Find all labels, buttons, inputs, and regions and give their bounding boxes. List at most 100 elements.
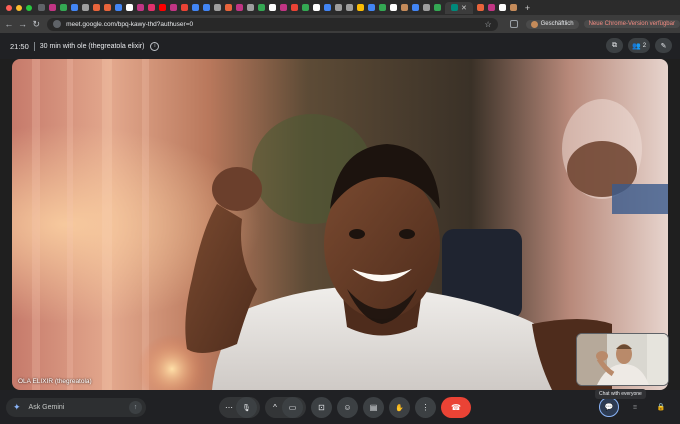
minimize-window-button[interactable] — [16, 4, 22, 11]
url-text[interactable]: meet.google.com/bpq-kawy-thd?authuser=0 — [66, 21, 484, 28]
tab-favicon[interactable] — [214, 4, 221, 11]
browser-toolbar: ← → ↻ meet.google.com/bpq-kawy-thd?authu… — [0, 15, 680, 33]
tab-favicon[interactable] — [379, 4, 386, 11]
people-button[interactable]: 👥 2 — [628, 38, 650, 53]
profile-avatar — [530, 20, 538, 28]
tab-favicon[interactable] — [498, 4, 506, 11]
participant-name-label: OLA ELIXIR (thegreatola) — [18, 378, 92, 385]
tab-favicon[interactable] — [38, 4, 45, 11]
tab-favicon[interactable] — [203, 4, 210, 11]
effects-icon[interactable]: ✎ — [655, 38, 672, 53]
tab-favicon[interactable] — [280, 4, 287, 11]
tab-favicon[interactable] — [390, 4, 397, 11]
tab-favicon[interactable] — [302, 4, 309, 11]
active-tab[interactable]: ✕ — [445, 1, 473, 14]
call-controls: ⋯ 🎙 ^ ▭ ⊡ ☺ ▤ ✋ ⋮ ☎ — [219, 397, 471, 418]
chat-tooltip: Chat with everyone — [595, 389, 646, 399]
tab-favicon[interactable] — [368, 4, 375, 11]
tab-favicon[interactable] — [258, 4, 265, 11]
self-video — [577, 334, 668, 385]
tab-favicon[interactable] — [236, 4, 243, 11]
more-audio-options-icon[interactable]: ⋯ — [222, 397, 236, 418]
people-icon: 👥 — [631, 42, 641, 50]
reload-icon[interactable]: ↻ — [29, 19, 43, 30]
meet-favicon — [451, 4, 458, 11]
tab-favicon[interactable] — [357, 4, 364, 11]
tab-favicon[interactable] — [148, 4, 155, 11]
captions-icon[interactable]: ▤ — [363, 397, 384, 418]
tab-favicon[interactable] — [434, 4, 441, 11]
side-panel-controls: 💬 ⁝⁝ 🔒 — [599, 397, 671, 417]
chevron-up-icon[interactable]: ^ — [268, 397, 282, 418]
meeting-time: 21:50 — [10, 41, 29, 51]
activities-apps-icon[interactable]: ⁝⁝ — [625, 397, 645, 417]
tab-favicon[interactable] — [126, 4, 133, 11]
tab-favicon[interactable] — [181, 4, 188, 11]
tab-favicon[interactable] — [509, 4, 517, 11]
profile-label: Geschäftlich — [540, 21, 574, 27]
divider — [33, 41, 35, 51]
tab-favicon[interactable] — [170, 4, 177, 11]
maximize-window-button[interactable] — [26, 4, 32, 11]
tab-favicon[interactable] — [115, 4, 122, 11]
tab-favicon[interactable] — [313, 4, 320, 11]
tab-favicon[interactable] — [423, 4, 430, 11]
chat-icon[interactable]: 💬 — [599, 397, 619, 417]
tab-favicon[interactable] — [192, 4, 199, 11]
close-window-button[interactable] — [6, 4, 12, 11]
back-icon[interactable]: ← — [2, 19, 16, 29]
more-options-icon[interactable]: ⋮ — [415, 397, 436, 418]
tab-favicon[interactable] — [412, 4, 419, 11]
host-controls-lock-icon[interactable]: 🔒 — [651, 397, 671, 417]
tab-favicon[interactable] — [71, 4, 78, 11]
tab-favicon[interactable] — [60, 4, 67, 11]
self-view-tile[interactable] — [576, 333, 669, 386]
meeting-title: 30 min with ole (thegreatola elixir) — [39, 42, 145, 50]
present-screen-icon[interactable]: ⊡ — [311, 397, 332, 418]
bookmark-star-icon[interactable]: ☆ — [485, 20, 492, 29]
camera-control-group: ^ ▭ — [265, 397, 306, 418]
chrome-update-button[interactable]: Neue Chrome-Version verfügbar — [583, 20, 680, 28]
send-arrow-icon[interactable]: ↑ — [129, 401, 142, 414]
tab-favicon[interactable] — [225, 4, 232, 11]
tab-favicon[interactable] — [476, 4, 484, 11]
participant-video — [12, 59, 668, 390]
end-call-button[interactable]: ☎ — [441, 397, 471, 418]
tab-favicon[interactable] — [137, 4, 144, 11]
tab-favicon[interactable] — [401, 4, 408, 11]
picture-in-picture-icon[interactable]: ⧉ — [606, 38, 623, 53]
raise-hand-icon[interactable]: ✋ — [389, 397, 410, 418]
tab-favicon[interactable] — [247, 4, 254, 11]
main-video-tile: OLA ELIXIR (thegreatola) — [12, 59, 668, 390]
forward-icon[interactable]: → — [16, 19, 30, 29]
tab-favicon[interactable] — [104, 4, 111, 11]
ask-gemini-label: Ask Gemini — [28, 404, 65, 411]
ask-gemini-input[interactable]: ✦ Ask Gemini ↑ — [6, 398, 146, 417]
tab-list: ✕ + — [38, 1, 530, 14]
tab-favicon[interactable] — [291, 4, 298, 11]
tab-favicon[interactable] — [487, 4, 495, 11]
emoji-reaction-icon[interactable]: ☺ — [337, 397, 358, 418]
profile-button[interactable]: Geschäftlich — [525, 19, 579, 29]
address-bar[interactable]: meet.google.com/bpq-kawy-thd?authuser=0 … — [47, 17, 498, 31]
tab-favicon[interactable] — [269, 4, 276, 11]
info-icon[interactable]: i — [150, 41, 160, 51]
header-actions: ⧉ 👥 2 ✎ — [606, 38, 672, 53]
new-tab-button[interactable]: + — [525, 3, 530, 13]
microphone-icon[interactable]: 🎙 — [236, 397, 257, 418]
tab-favicon[interactable] — [335, 4, 342, 11]
site-info-icon[interactable] — [53, 20, 62, 28]
meet-header: 21:50 30 min with ole (thegreatola elixi… — [0, 33, 680, 59]
tab-favicon[interactable] — [324, 4, 331, 11]
camera-icon[interactable]: ▭ — [282, 397, 303, 418]
tab-favicon[interactable] — [346, 4, 353, 11]
tab-favicon[interactable] — [49, 4, 56, 11]
meeting-controls-bar: ✦ Ask Gemini ↑ ⋯ 🎙 ^ ▭ ⊡ ☺ ▤ ✋ ⋮ ☎ 💬 ⁝⁝ … — [0, 390, 680, 424]
tab-favicon[interactable] — [82, 4, 89, 11]
tab-favicon[interactable] — [159, 4, 166, 11]
gemini-sparkle-icon: ✦ — [13, 402, 21, 412]
tab-favicon[interactable] — [93, 4, 100, 11]
participant-count: 2 — [642, 42, 647, 49]
close-tab-icon[interactable]: ✕ — [461, 4, 467, 12]
extensions-icon[interactable] — [509, 20, 518, 28]
